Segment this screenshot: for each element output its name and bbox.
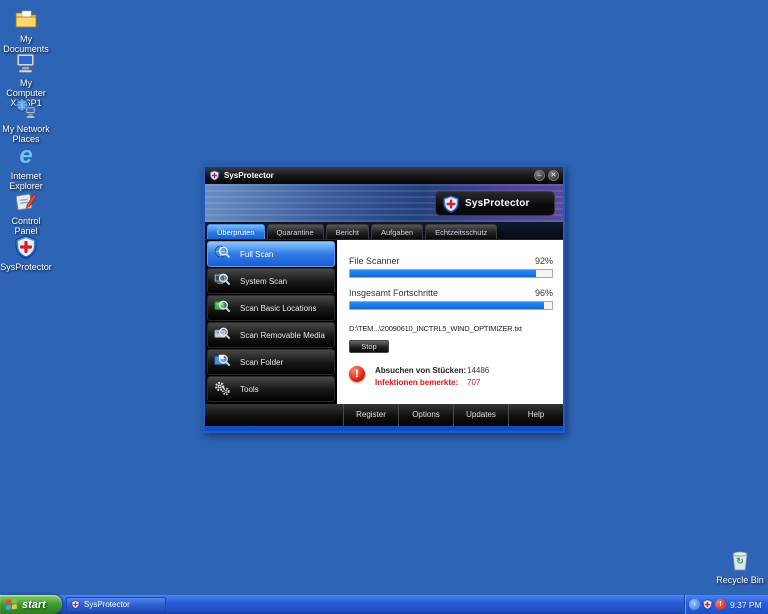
tab-echtzeitsschutz[interactable]: Echtzeitsschutz xyxy=(425,224,498,239)
file-scanner-label: File Scanner xyxy=(349,256,400,266)
taskbar-clock: 9:37 PM xyxy=(730,599,762,610)
scan-panel: File Scanner 92% Insgesamt Fortschritte … xyxy=(337,240,563,404)
titlebar-shield-icon xyxy=(209,170,220,181)
recycle-bin-icon: ↻ xyxy=(727,547,753,573)
tab-aufgaben[interactable]: Aufgaben xyxy=(370,224,424,239)
scan-folder-icon xyxy=(214,354,230,366)
window-footer: Register Options Updates Help xyxy=(205,404,563,426)
tray-alert-icon[interactable]: ! xyxy=(715,599,726,610)
tab-bar: Überpruten Quarantine Bericht Aufgaben E… xyxy=(205,222,563,240)
sysprotector-window: SysProtector – ✕ SysProtector Überpruten… xyxy=(203,165,565,433)
scanned-items-row: Absuchen von Stücken: 14486 xyxy=(375,366,490,375)
sidebar-item-tools[interactable]: Tools xyxy=(207,376,335,402)
desktop-icon-my-network-places[interactable]: My Network Places xyxy=(0,96,52,144)
taskbar-task-sysprotector[interactable]: SysProtector xyxy=(66,597,166,612)
current-file-path: D:\TEM...\20090610_INCTRL5_WIND_OPTIMIZE… xyxy=(349,324,522,333)
stop-button[interactable]: Stop xyxy=(349,340,389,353)
tray-shield-icon[interactable] xyxy=(702,599,713,610)
overall-progressbar xyxy=(349,301,553,310)
infections-row: Infektionen bemerkte: 707 xyxy=(375,378,481,387)
tab-uberpruten[interactable]: Überpruten xyxy=(207,224,265,239)
overall-progress-label: Insgesamt Fortschritte xyxy=(349,288,439,298)
my-network-icon xyxy=(13,96,39,122)
full-scan-icon xyxy=(214,245,230,258)
updates-button[interactable]: Updates xyxy=(453,404,508,426)
system-scan-icon xyxy=(214,273,230,285)
file-scanner-percent: 92% xyxy=(534,256,553,266)
logo-badge: SysProtector xyxy=(435,191,555,216)
taskbar: start SysProtector ‹ ! 9:37 PM xyxy=(0,595,768,614)
sidebar-item-scan-basic-locations[interactable]: Scan Basic Locations xyxy=(207,295,335,321)
sidebar-item-scan-folder[interactable]: Scan Folder xyxy=(207,349,335,375)
sidebar-item-scan-removable-media[interactable]: Scan Removable Media xyxy=(207,322,335,348)
sysprotector-shield-icon xyxy=(13,234,39,260)
help-button[interactable]: Help xyxy=(508,404,563,426)
my-computer-icon xyxy=(13,50,39,76)
start-button[interactable]: start xyxy=(0,595,62,614)
my-documents-icon xyxy=(13,6,39,32)
desktop-icon-internet-explorer[interactable]: e Internet Explorer xyxy=(0,142,52,192)
start-label: start xyxy=(22,598,46,611)
svg-text:↻: ↻ xyxy=(736,556,744,566)
scanned-items-value: 14486 xyxy=(467,366,490,375)
tab-bericht[interactable]: Bericht xyxy=(325,224,369,239)
tray-collapse-icon[interactable]: ‹ xyxy=(689,599,700,610)
window-banner: SysProtector xyxy=(205,184,563,222)
window-titlebar[interactable]: SysProtector – ✕ xyxy=(205,167,563,184)
desktop-icon-my-documents[interactable]: My Documents xyxy=(0,6,52,54)
system-tray: ‹ ! 9:37 PM xyxy=(684,595,768,614)
window-bottom-strip xyxy=(205,426,563,431)
options-button[interactable]: Options xyxy=(398,404,453,426)
overall-progress-percent: 96% xyxy=(534,288,553,298)
infections-value: 707 xyxy=(467,378,481,387)
register-button[interactable]: Register xyxy=(343,404,398,426)
windows-flag-icon xyxy=(5,598,17,610)
desktop-icon-control-panel[interactable]: Control Panel xyxy=(0,188,52,236)
sidebar-item-system-scan[interactable]: System Scan xyxy=(207,268,335,294)
scan-basic-locations-icon xyxy=(214,300,230,312)
scan-removable-media-icon xyxy=(214,327,230,339)
task-shield-icon xyxy=(71,600,80,609)
close-button[interactable]: ✕ xyxy=(548,170,559,181)
tools-gears-icon xyxy=(215,381,230,396)
recycle-bin-label: Recycle Bin xyxy=(716,575,764,585)
desktop-icon-recycle-bin[interactable]: ↻ Recycle Bin xyxy=(714,547,766,585)
window-title: SysProtector xyxy=(224,171,274,180)
tab-quarantine[interactable]: Quarantine xyxy=(266,224,324,239)
logo-text: SysProtector xyxy=(465,198,530,209)
logo-shield-icon xyxy=(443,194,459,213)
alert-icon: ! xyxy=(349,366,365,382)
sidebar-item-full-scan[interactable]: Full Scan xyxy=(207,241,335,267)
file-scanner-progressbar xyxy=(349,269,553,278)
minimize-button[interactable]: – xyxy=(534,170,545,181)
internet-explorer-icon: e xyxy=(19,142,33,169)
desktop-icon-sysprotector[interactable]: SysProtector xyxy=(0,234,52,272)
scan-sidebar: Full Scan System Scan Scan Basic Locatio… xyxy=(205,240,337,404)
control-panel-icon xyxy=(13,188,39,214)
